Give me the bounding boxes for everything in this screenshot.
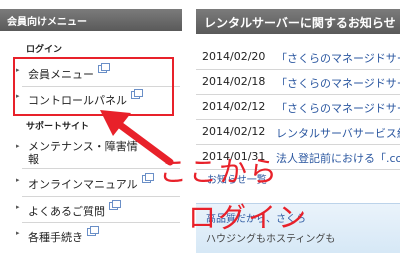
- chevron-right-icon: ▸: [16, 203, 20, 211]
- news-header: レンタルサーバーに関するお知らせ: [196, 9, 400, 34]
- news-row: 2014/02/12 「さくらのマネージドサーバ: [196, 95, 400, 120]
- login-section-label: ログイン: [26, 45, 63, 55]
- news-row: 2014/02/20 「さくらのマネージドサーバ: [196, 45, 400, 70]
- divider: [22, 168, 180, 169]
- news-link[interactable]: 「さくらのマネージドサーバ: [276, 100, 400, 116]
- news-date: 2014/02/12: [202, 100, 266, 113]
- sidebar-item-label: メンテナンス・障害情報: [28, 140, 138, 166]
- external-window-icon: [141, 173, 154, 183]
- news-row: 2014/02/18 「さくらのマネージドサーバ: [196, 70, 400, 95]
- annotation-text-line1: ここから: [159, 155, 280, 188]
- news-date: 2014/02/18: [202, 75, 266, 88]
- news-header-title: レンタルサーバーに関するお知らせ: [204, 16, 396, 30]
- sidebar-item-label: 各種手続き: [28, 231, 83, 244]
- news-link[interactable]: 「さくらのマネージドサーバ: [276, 50, 400, 66]
- sidebar-item-label: よくあるご質問: [28, 205, 105, 218]
- news-row: 2014/02/12 レンタルサーバサービス約款: [196, 120, 400, 145]
- sidebar-item-procedures[interactable]: ▸ 各種手続き: [16, 226, 178, 245]
- sidebar-header-title: 会員向けメニュー: [7, 17, 87, 28]
- chevron-right-icon: ▸: [16, 176, 20, 184]
- news-link[interactable]: レンタルサーバサービス約款: [276, 125, 400, 141]
- chevron-right-icon: ▸: [16, 142, 20, 150]
- divider: [22, 196, 180, 197]
- member-menu-sidebar: 会員向けメニュー ログイン ▸ 会員メニュー ▸ コントロールパネル サポートサ…: [0, 0, 182, 252]
- sidebar-header: 会員向けメニュー: [0, 9, 182, 31]
- news-date: 2014/02/20: [202, 50, 266, 63]
- support-section-label: サポートサイト: [26, 122, 90, 132]
- news-link[interactable]: 「さくらのマネージドサーバ: [276, 75, 400, 91]
- divider: [22, 222, 180, 223]
- sidebar-item-faq[interactable]: ▸ よくあるご質問: [16, 200, 178, 219]
- login-highlight-box: [13, 57, 174, 116]
- news-date: 2014/02/12: [202, 125, 266, 138]
- news-link[interactable]: 法人登記前における「.co.jp: [276, 150, 400, 166]
- annotation-text-line2: ログイン: [188, 201, 309, 234]
- sidebar-item-label: オンラインマニュアル: [28, 178, 138, 191]
- sidebar-item-maintenance[interactable]: ▸ メンテナンス・障害情報: [16, 140, 138, 166]
- external-window-icon: [87, 226, 99, 236]
- sidebar-item-online-manual[interactable]: ▸ オンラインマニュアル: [16, 173, 178, 192]
- chevron-right-icon: ▸: [16, 229, 20, 237]
- external-window-icon: [109, 200, 121, 210]
